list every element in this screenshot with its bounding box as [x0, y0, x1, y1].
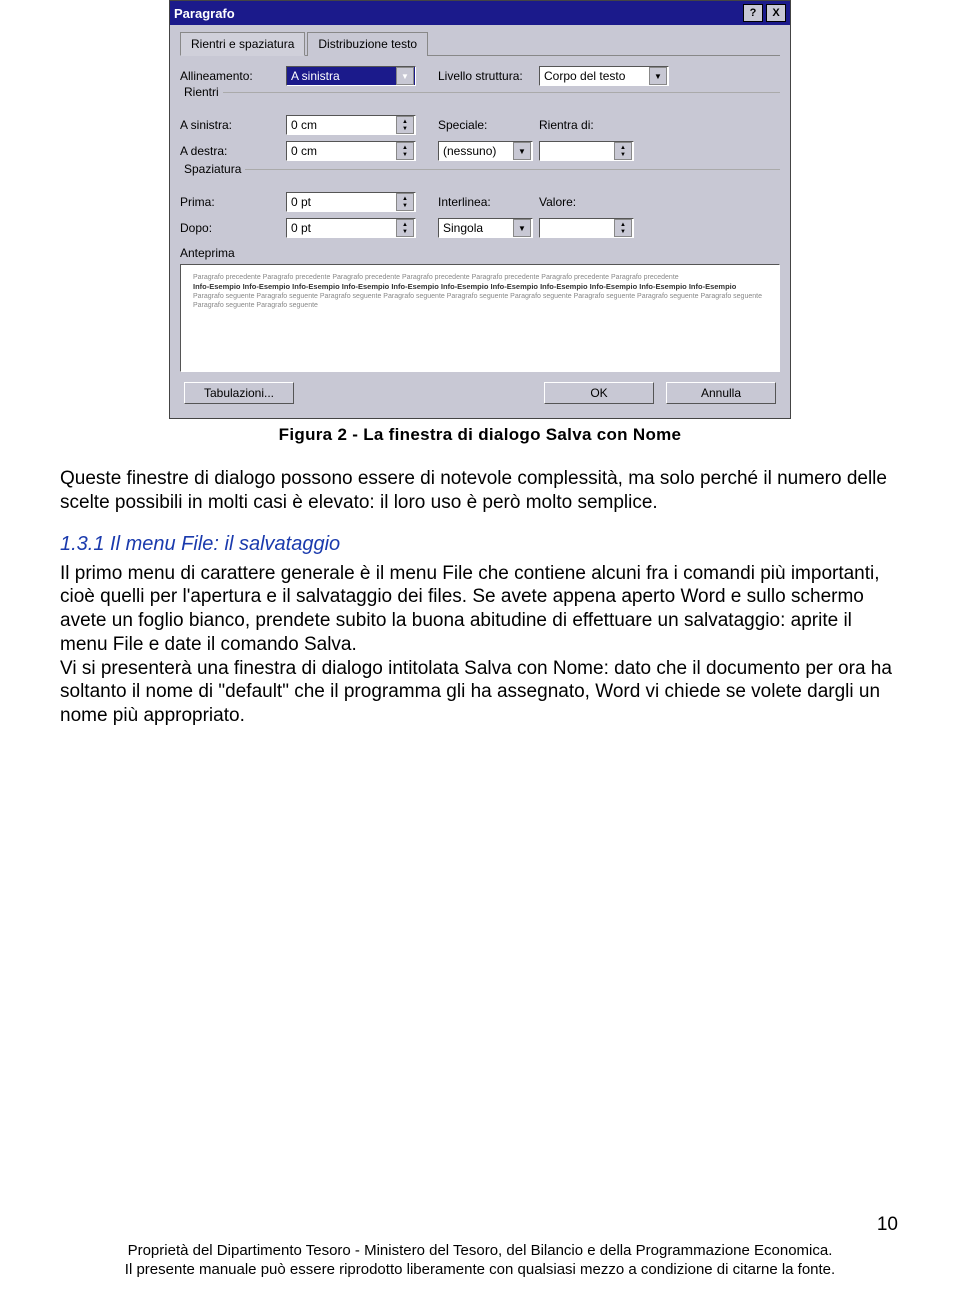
indent-left-label: A sinistra: [180, 118, 280, 132]
outline-level-combo[interactable]: Corpo del testo ▼ [539, 66, 669, 86]
body-paragraph: Queste finestre di dialogo possono esser… [60, 467, 900, 515]
group-spacing-label: Spaziatura [180, 162, 245, 176]
spacing-before-label: Prima: [180, 195, 280, 209]
spacing-after-spinner[interactable]: 0 pt ▲▼ [286, 218, 416, 238]
footer-line: Il presente manuale può essere riprodott… [0, 1261, 960, 1278]
linespacing-combo[interactable]: Singola ▼ [438, 218, 533, 238]
linespacing-at-label: Valore: [539, 195, 634, 209]
figure-caption: Figura 2 - La finestra di dialogo Salva … [60, 425, 900, 445]
chevron-down-icon: ▼ [396, 67, 414, 85]
paragraph-dialog: Paragrafo ? X Rientri e spaziatura Distr… [169, 0, 791, 419]
indent-left-spinner[interactable]: 0 cm ▲▼ [286, 115, 416, 135]
preview-box: Paragrafo precedente Paragrafo precedent… [180, 264, 780, 372]
spinner-arrows-icon: ▲▼ [396, 193, 414, 211]
footer: Proprietà del Dipartimento Tesoro - Mini… [0, 1242, 960, 1278]
indent-right-spinner[interactable]: 0 cm ▲▼ [286, 141, 416, 161]
indent-right-label: A destra: [180, 144, 280, 158]
cancel-button[interactable]: Annulla [666, 382, 776, 404]
chevron-down-icon: ▼ [513, 219, 531, 237]
alignment-combo[interactable]: A sinistra ▼ [286, 66, 416, 86]
indent-by-spinner[interactable]: ▲▼ [539, 141, 634, 161]
body-paragraph: Vi si presenterà una finestra di dialogo… [60, 657, 900, 728]
help-icon[interactable]: ? [743, 4, 763, 22]
page-number: 10 [877, 1214, 898, 1236]
section-heading: 1.3.1 Il menu File: il salvataggio [60, 533, 900, 556]
spinner-arrows-icon: ▲▼ [396, 219, 414, 237]
tab-indent-spacing[interactable]: Rientri e spaziatura [180, 32, 305, 56]
close-icon[interactable]: X [766, 4, 786, 22]
special-label: Speciale: [438, 118, 533, 132]
outline-level-label: Livello struttura: [438, 69, 533, 83]
footer-line: Proprietà del Dipartimento Tesoro - Mini… [0, 1242, 960, 1259]
spacing-after-label: Dopo: [180, 221, 280, 235]
special-combo[interactable]: (nessuno) ▼ [438, 141, 533, 161]
spinner-arrows-icon: ▲▼ [614, 219, 632, 237]
indent-by-label: Rientra di: [539, 118, 634, 132]
dialog-titlebar: Paragrafo ? X [170, 1, 790, 25]
linespacing-at-spinner[interactable]: ▲▼ [539, 218, 634, 238]
linespacing-label: Interlinea: [438, 195, 533, 209]
ok-button[interactable]: OK [544, 382, 654, 404]
preview-label: Anteprima [180, 246, 780, 260]
alignment-label: Allineamento: [180, 69, 280, 83]
chevron-down-icon: ▼ [649, 67, 667, 85]
dialog-title: Paragrafo [174, 6, 235, 21]
spinner-arrows-icon: ▲▼ [614, 142, 632, 160]
tabs-button[interactable]: Tabulazioni... [184, 382, 294, 404]
group-rientri-label: Rientri [180, 85, 223, 99]
spacing-before-spinner[interactable]: 0 pt ▲▼ [286, 192, 416, 212]
spinner-arrows-icon: ▲▼ [396, 116, 414, 134]
tab-text-distribution[interactable]: Distribuzione testo [307, 32, 428, 56]
spinner-arrows-icon: ▲▼ [396, 142, 414, 160]
chevron-down-icon: ▼ [513, 142, 531, 160]
body-paragraph: Il primo menu di carattere generale è il… [60, 562, 900, 657]
